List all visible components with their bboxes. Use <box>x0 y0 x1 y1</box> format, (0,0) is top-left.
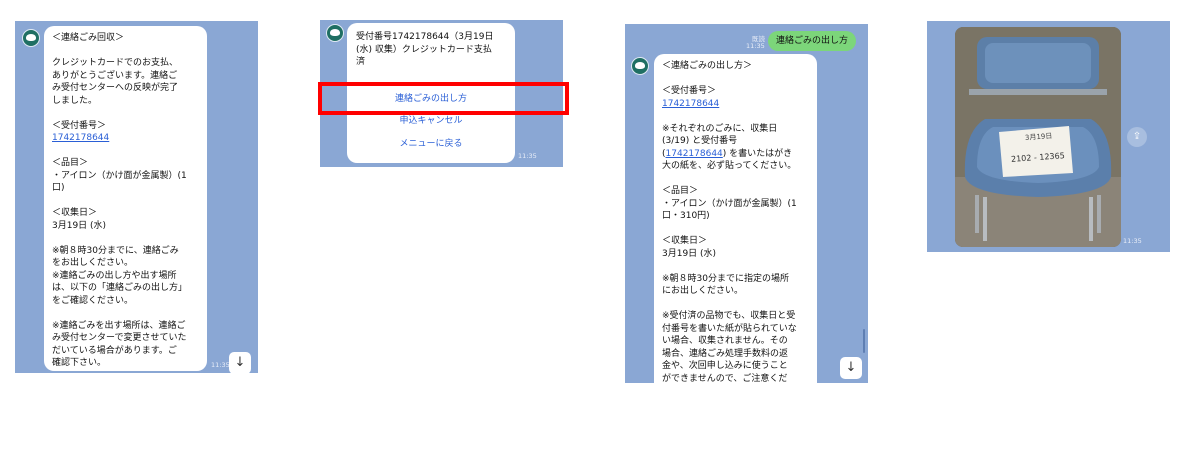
text-line: ありがとうございます。連絡ご <box>52 70 178 81</box>
text-line <box>52 307 199 320</box>
text-line: 確認下さい。 <box>52 358 107 368</box>
text-line <box>662 223 809 236</box>
text-line: い場合、収集されません。その <box>662 336 788 346</box>
text-line <box>662 110 809 123</box>
text-line: ※それぞれのごみに、収集日 <box>662 123 778 134</box>
account-avatar[interactable] <box>326 24 344 42</box>
receipt-number-link[interactable]: 1742178644 <box>52 132 199 145</box>
account-avatar[interactable] <box>22 29 40 47</box>
share-button[interactable]: ⇪ <box>1127 127 1147 147</box>
text-line: 受付番号1742178644（3月19日 <box>356 32 494 42</box>
share-icon: ⇪ <box>1132 131 1142 142</box>
text-line: しました。 <box>52 95 98 106</box>
text-line: み受付センターへの反映が完了 <box>52 83 179 93</box>
text-line: ※連絡ごみを出す場所は、連絡ご <box>52 320 186 331</box>
text-line: 場合、連絡ごみ処理手数料の返 <box>662 348 789 359</box>
text-line: ・アイロン（かけ面が金属製）(1 <box>52 170 187 181</box>
text-line: 3月19日 (水) <box>52 220 107 231</box>
text-line: は、以下の「連絡ごみの出し方」 <box>52 283 188 293</box>
text-line <box>662 298 809 311</box>
text-line: ＜連絡ごみの出し方＞ <box>662 61 753 71</box>
text-line: ＜収集日＞ <box>662 236 708 246</box>
message-text-more: 大の紙を、必ず貼ってください。 ＜品目＞ ・アイロン（かけ面が金属製）(1 口・31… <box>662 160 809 383</box>
menu-header-text: 受付番号1742178644（3月19日 (水) 収集）クレジットカード支払済 <box>356 31 493 69</box>
photo-message[interactable]: 3月19日 2102 - 12365 <box>955 27 1121 247</box>
message-text: ＜連絡ごみの出し方＞ ＜受付番号＞ <box>662 60 809 98</box>
highlight-box <box>318 82 569 115</box>
arrow-down-icon: ↓ <box>845 360 857 375</box>
text-line: クレジットカードでのお支払、 <box>52 58 179 68</box>
chat-panel-3: 既読 11:35 連絡ごみの出し方 ＜連絡ごみの出し方＞ ＜受付番号＞ 1742… <box>625 24 868 383</box>
text-line: ※朝８時30分までに、連絡ごみ <box>52 245 179 256</box>
text-line: をお出しください。 <box>52 258 134 268</box>
text-line: ＜収集日＞ <box>52 208 98 218</box>
text-line: 付番号を書いた紙が貼られていな <box>662 323 797 334</box>
message-time: 11:35 <box>211 361 230 369</box>
text-line: ができませんので、ご注意くだ <box>662 373 788 384</box>
message-time: 11:35 <box>518 152 537 160</box>
scroll-down-button[interactable]: ↓ <box>229 352 251 373</box>
chat-panel-1: ＜連絡ごみ回収＞ クレジットカードでのお支払、 ありがとうございます。連絡ご み受付… <box>15 21 258 373</box>
inline-receipt-link[interactable]: 1742178644 <box>666 149 723 159</box>
text-line: をご確認ください。 <box>52 295 134 306</box>
text-line <box>52 195 199 208</box>
text-line: にお出しください。 <box>662 286 744 296</box>
arrow-down-icon: ↓ <box>234 355 246 370</box>
text-line: 金や、次回申し込みに使うこと <box>662 361 788 371</box>
message-bubble: ＜連絡ごみ回収＞ クレジットカードでのお支払、 ありがとうございます。連絡ご み受付… <box>44 26 207 371</box>
receipt-number-link[interactable]: 1742178644 <box>662 98 809 111</box>
menu-item-back[interactable]: メニューに戻る <box>347 138 515 150</box>
photo-note-date: 3月19日 <box>1024 132 1053 142</box>
sent-message-bubble: 連絡ごみの出し方 <box>768 31 857 51</box>
text-line: み受付センターで変更させていた <box>52 333 187 343</box>
text-line: ＜連絡ごみ回収＞ <box>52 33 125 43</box>
text-line <box>52 107 199 120</box>
message-text: ＜連絡ごみ回収＞ クレジットカードでのお支払、 ありがとうございます。連絡ご み受付… <box>52 32 199 132</box>
message-time: 11:35 <box>1123 237 1142 245</box>
text-line: ※連絡ごみの出し方や出す場所 <box>52 270 177 281</box>
text-line: ・アイロン（かけ面が金属製）(1 <box>662 198 797 209</box>
text-line: だいている場合があります。ご <box>52 345 177 356</box>
account-avatar[interactable] <box>631 57 649 75</box>
scroll-down-button[interactable]: ↓ <box>840 357 862 379</box>
message-bubble: ＜連絡ごみの出し方＞ ＜受付番号＞ 1742178644 ※それぞれのごみに、収… <box>654 54 817 383</box>
text-line: ＜品目＞ <box>662 186 699 196</box>
text-line <box>662 260 809 273</box>
text-line <box>52 232 199 245</box>
message-text-continued: ＜品目＞ ・アイロン（かけ面が金属製）(1 口) ＜収集日＞ 3月19日 (水) ※朝… <box>52 145 199 370</box>
text-line: 大の紙を、必ず貼ってください。 <box>662 161 797 171</box>
text-line <box>662 73 809 86</box>
text-line: ※朝８時30分までに指定の場所 <box>662 273 789 284</box>
text-line: 口) <box>52 183 65 193</box>
chat-panel-4: 3月19日 2102 - 12365 11:35 ⇪ <box>927 21 1170 252</box>
text-line: 口・310円) <box>662 211 710 221</box>
message-text-continued: ※それぞれのごみに、収集日 (3/19) と受付番号 <box>662 110 809 148</box>
text-line <box>662 173 809 186</box>
inline-suffix: ) を書いたはがき <box>722 148 793 159</box>
menu-item-cancel[interactable]: 申込キャンセル <box>347 115 515 127</box>
text-line: ＜受付番号＞ <box>52 120 107 131</box>
text-line: ※受付済の品物でも、収集日と受 <box>662 311 796 321</box>
text-line: 3月19日 (水) <box>662 248 717 259</box>
inline-receipt-line: (1742178644) を書いたはがき <box>662 148 809 161</box>
text-line: ＜品目＞ <box>52 158 89 168</box>
text-line: ＜受付番号＞ <box>662 86 717 96</box>
text-line <box>52 145 199 158</box>
text-line: (水) 収集）クレジットカード支払 <box>356 44 492 55</box>
text-line: (3/19) と受付番号 <box>662 136 738 146</box>
text-line <box>52 45 199 58</box>
scrollbar[interactable] <box>863 329 865 353</box>
sent-time: 11:35 <box>746 42 765 50</box>
text-line: 済 <box>356 57 366 67</box>
